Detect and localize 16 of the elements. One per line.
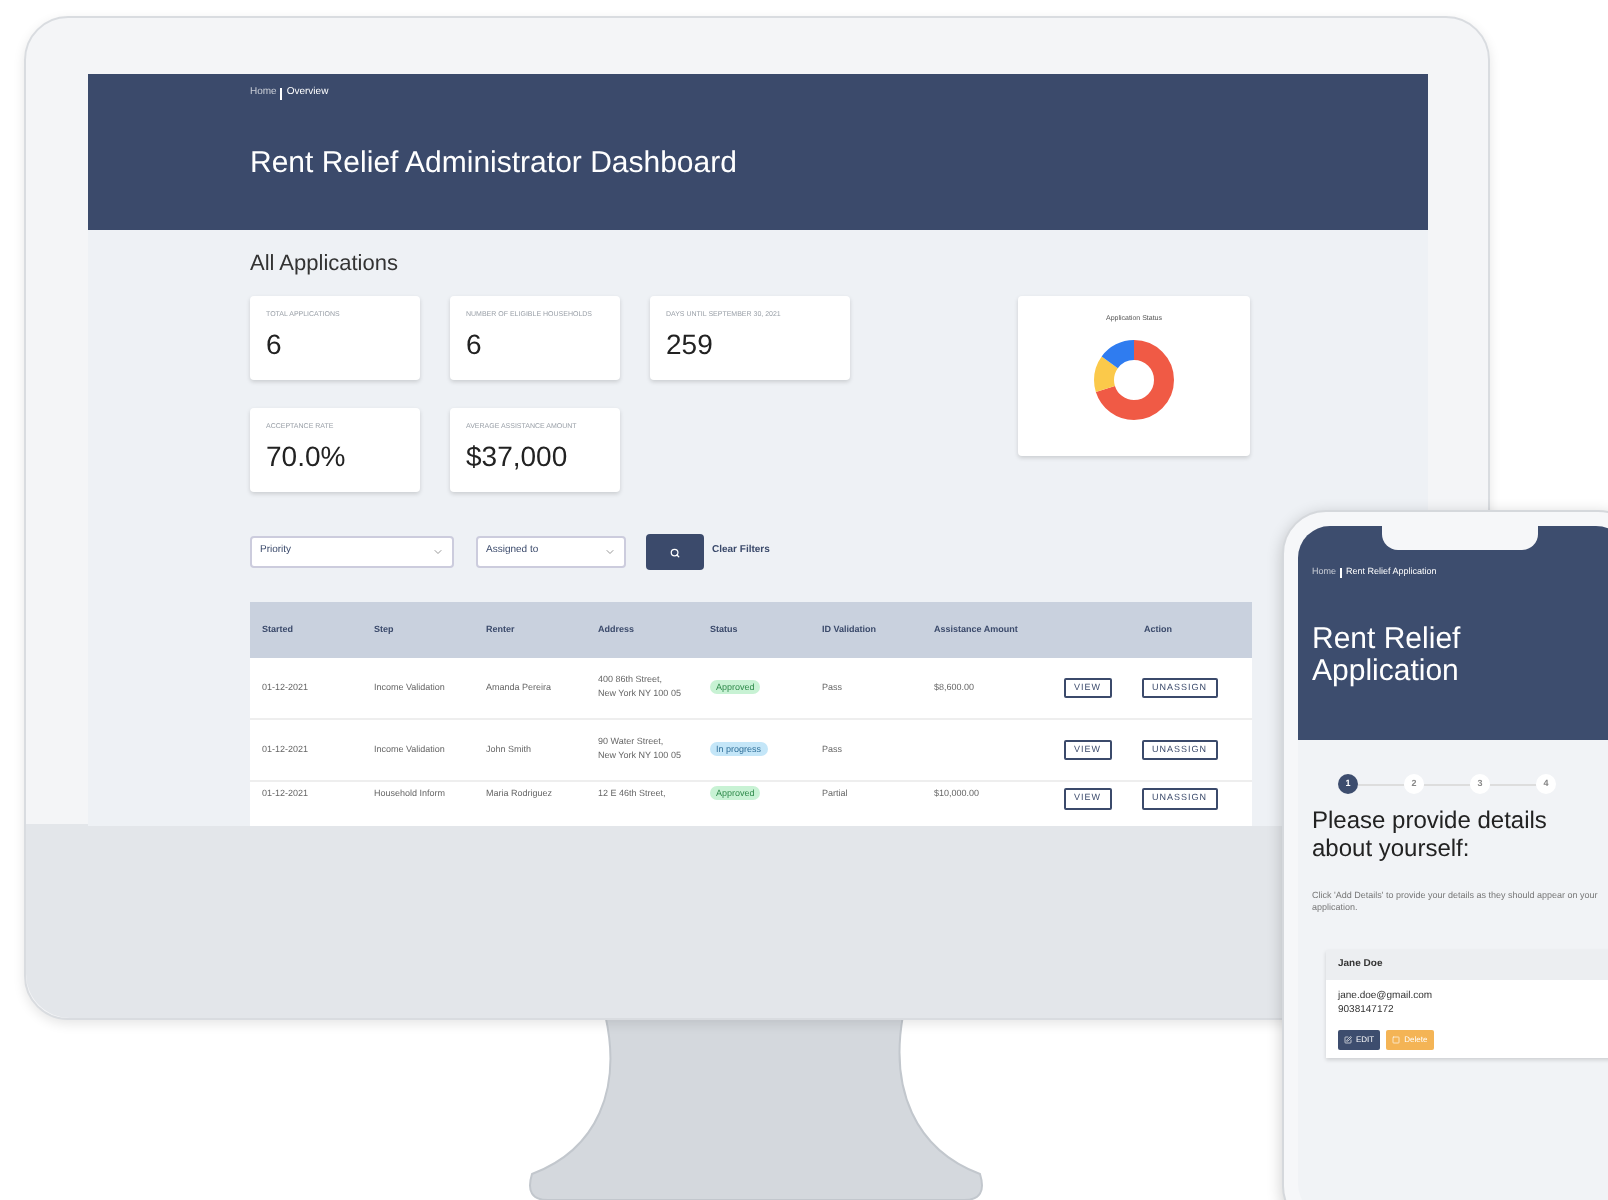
stat-value: $37,000 — [466, 441, 570, 469]
page-title: Rent Relief Administrator Dashboard — [250, 147, 739, 177]
chevron-down-icon — [604, 546, 616, 558]
section-title: All Applications — [250, 254, 400, 276]
stat-value: 6 — [266, 329, 284, 357]
phone-title: Rent Relief Application — [1312, 623, 1463, 690]
search-button[interactable] — [646, 534, 704, 570]
search-icon — [670, 547, 680, 557]
stat-value: 6 — [466, 329, 484, 357]
chevron-down-icon — [432, 546, 444, 558]
donut-chart-drawing — [1094, 339, 1174, 419]
square-icon — [1392, 1036, 1401, 1045]
phone-heading: Please provide details about yourself: — [1310, 808, 1549, 864]
stat-value: 70.0% — [266, 441, 348, 469]
edit-icon — [1344, 1036, 1352, 1045]
stat-value: 259 — [666, 329, 715, 357]
